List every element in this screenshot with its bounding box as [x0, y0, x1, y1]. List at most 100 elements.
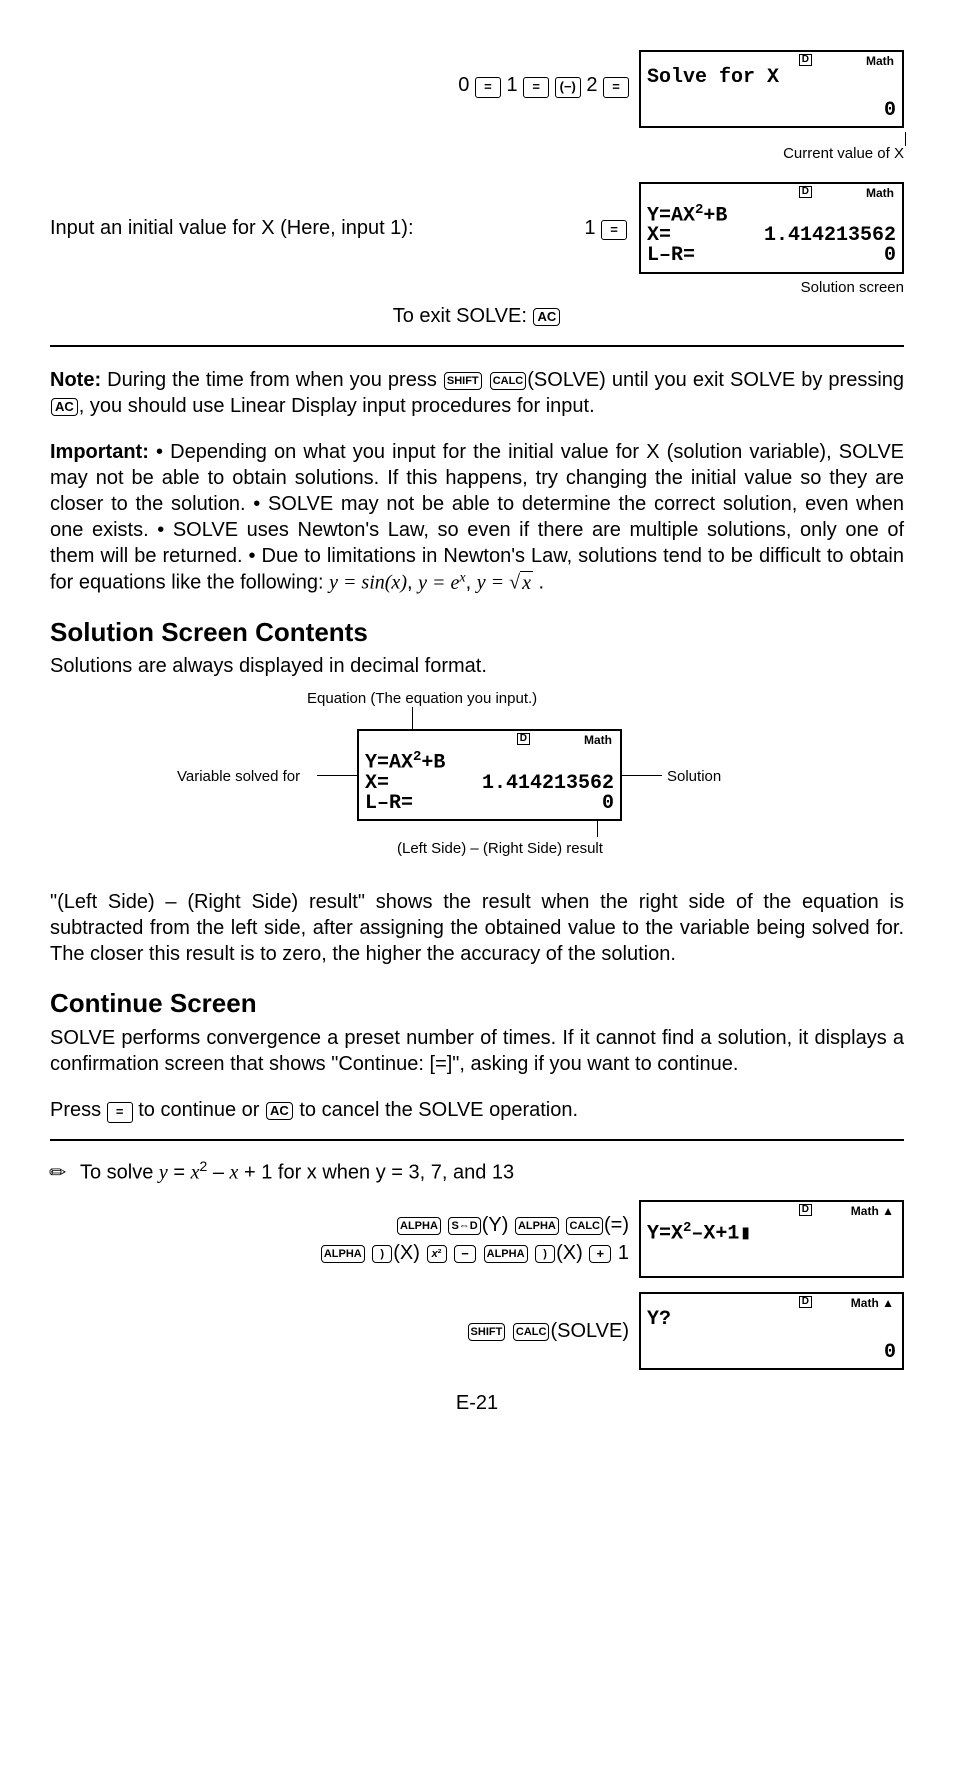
t: L–R=: [365, 794, 413, 814]
divider: [50, 1139, 904, 1141]
line: [317, 775, 357, 776]
initial-value-text: Input an initial value for X (Here, inpu…: [50, 215, 572, 241]
t: to continue or: [133, 1099, 265, 1121]
t: for x when y = 3, 7, and 13: [272, 1162, 514, 1184]
line: [412, 707, 413, 729]
caption-current-x-text: Current value of X: [50, 144, 904, 164]
lcd-screen-1: D Math Solve for X 0: [639, 50, 904, 128]
t: (X): [556, 1242, 583, 1264]
plus-key-icon: +: [589, 1245, 611, 1263]
alpha-key-icon: ALPHA: [515, 1217, 559, 1235]
important-label: Important:: [50, 441, 149, 463]
d-indicator-icon: D: [799, 186, 812, 198]
lcd-value: 0: [884, 1340, 896, 1366]
exit-text: To exit SOLVE:: [393, 305, 527, 327]
lcd-text: Solve for X: [647, 68, 896, 88]
t: (=): [604, 1214, 629, 1236]
line: [597, 821, 598, 837]
t: +B: [703, 204, 727, 227]
caption-current-x: [50, 132, 904, 144]
t: 0: [602, 794, 614, 814]
ac-key-icon: AC: [51, 398, 78, 416]
alpha-key-icon: ALPHA: [321, 1245, 365, 1263]
t: (SOLVE): [550, 1320, 629, 1342]
x2-key-icon: x²: [427, 1245, 447, 1263]
eq: y = e: [418, 572, 459, 594]
neg-key-icon: (−): [555, 77, 581, 98]
p-continue-2: Press = to continue or AC to cancel the …: [50, 1097, 904, 1123]
annot-lr: (Left Side) – (Right Side) result: [397, 839, 603, 859]
t: to cancel the SOLVE operation.: [294, 1099, 578, 1121]
lcd-screen-2: D Math Y=AX2+B X=1.414213562 L–R=0: [639, 182, 904, 274]
minus-key-icon: −: [454, 1245, 476, 1263]
t: Y=X: [647, 1223, 683, 1246]
rparen-key-icon: ): [372, 1245, 392, 1263]
page-number: E-21: [50, 1390, 904, 1416]
t: L–R=: [647, 246, 695, 266]
eq: x: [520, 571, 533, 594]
calc-key-icon: CALC: [566, 1217, 603, 1235]
key-sequence-2: 1 =: [584, 215, 627, 241]
p-continue-1: SOLVE performs convergence a preset numb…: [50, 1025, 904, 1077]
solution-screen-diagram: Equation (The equation you input.) Varia…: [177, 689, 777, 869]
exit-solve-row: To exit SOLVE: AC: [50, 303, 904, 329]
calc-key-icon: CALC: [513, 1323, 550, 1341]
t: , you should use Linear Display input pr…: [79, 395, 595, 417]
t: –X+1: [691, 1223, 739, 1246]
d-indicator-icon: D: [799, 54, 812, 66]
t: X=: [647, 226, 671, 246]
equals-key-icon: =: [475, 77, 501, 98]
math-indicator: Math ▲: [851, 1204, 894, 1220]
key-sequence-3: ALPHA S⇔D(Y) ALPHA CALC(=) ALPHA )(X) x²…: [320, 1211, 629, 1267]
annot-variable: Variable solved for: [177, 767, 300, 787]
digit: 0: [458, 74, 469, 96]
eq: y =: [477, 572, 509, 594]
lcd-value: 0: [884, 98, 896, 124]
cursor-icon: ▮: [739, 1223, 751, 1246]
d-indicator-icon: D: [517, 733, 530, 745]
lcd-screen-3: D Math ▲ Y=X2–X+1▮: [639, 1200, 904, 1278]
t: +B: [421, 752, 445, 775]
annot-equation: Equation (The equation you input.): [307, 689, 537, 709]
ac-key-icon: AC: [266, 1102, 293, 1120]
key-sequence-1: 0 = 1 = (−) 2 =: [458, 50, 629, 98]
t: 1.414213562: [482, 774, 614, 794]
sd-key-icon: S⇔D: [448, 1217, 480, 1235]
example-seq-2: SHIFT CALC(SOLVE) D Math ▲ Y? 0: [50, 1292, 904, 1370]
t: X=: [365, 774, 389, 794]
equals-key-icon: =: [107, 1102, 133, 1123]
equals-key-icon: =: [523, 77, 549, 98]
note-label: Note:: [50, 369, 101, 391]
digit: 1: [507, 74, 518, 96]
shift-key-icon: SHIFT: [444, 372, 482, 390]
t: (Y): [482, 1214, 509, 1236]
equals-key-icon: =: [601, 220, 627, 241]
eq: x: [459, 570, 465, 585]
t: During the time from when you press: [101, 369, 443, 391]
line: [622, 775, 662, 776]
alpha-key-icon: ALPHA: [397, 1217, 441, 1235]
heading-continue: Continue Screen: [50, 987, 904, 1021]
digit: 2: [586, 74, 597, 96]
lcd-content: Y=AX2+B X=1.414213562 L–R=0: [647, 200, 896, 267]
t: 0: [884, 246, 896, 266]
equals-key-icon: =: [603, 77, 629, 98]
caption-solution-screen: Solution screen: [50, 278, 904, 298]
annot-solution: Solution: [667, 767, 721, 787]
math-indicator: Math: [866, 54, 894, 70]
t: (X): [393, 1242, 420, 1264]
lcd-text: Y?: [647, 1310, 896, 1330]
math-indicator: Math: [584, 733, 612, 749]
math-indicator: Math ▲: [851, 1296, 894, 1312]
lcd-content: Y=AX2+B X=1.414213562 L–R=0: [365, 747, 614, 814]
row-initial-value: Input an initial value for X (Here, inpu…: [50, 182, 904, 274]
ac-key-icon: AC: [533, 308, 560, 326]
p-decimal: Solutions are always displayed in decima…: [50, 653, 904, 679]
key-sequence-4: SHIFT CALC(SOLVE): [467, 1318, 629, 1344]
t: To solve: [80, 1162, 159, 1184]
lcd-text: Y=X2–X+1▮: [647, 1218, 896, 1245]
math-indicator: Math: [866, 186, 894, 202]
sequence-row-1: 0 = 1 = (−) 2 = D Math Solve for X 0: [50, 50, 904, 128]
digit: 1: [584, 217, 595, 239]
eq: y = sin(x): [329, 572, 407, 594]
